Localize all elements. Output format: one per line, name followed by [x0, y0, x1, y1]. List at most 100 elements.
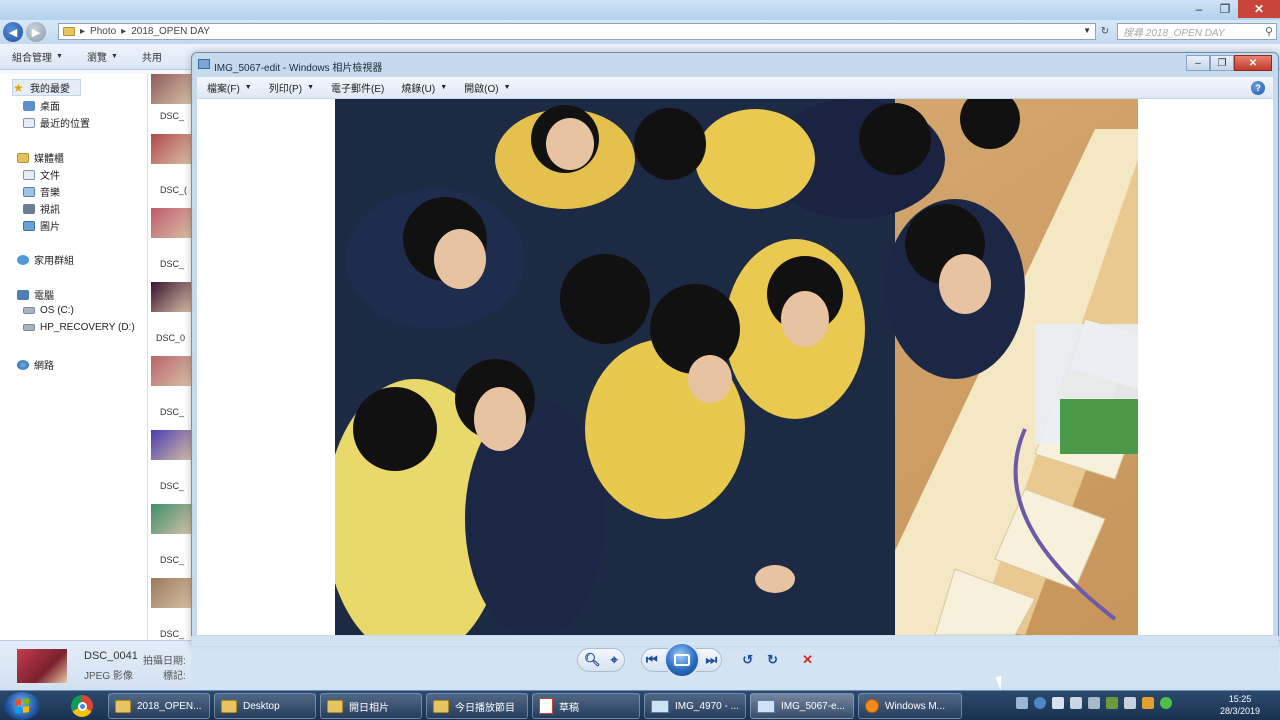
pictures-icon — [23, 220, 35, 231]
breadcrumb[interactable]: ▸ Photo ▸ 2018_OPEN DAY ▼ — [58, 23, 1096, 40]
taskbar-label: Desktop — [243, 700, 280, 712]
navigation-pane: ★ 我的最愛 桌面 最近的位置 媒體櫃 文件 音樂 視訊 圖片 家用群組 電腦 … — [0, 74, 148, 640]
music-icon — [23, 186, 35, 197]
nav-label: 文件 — [40, 171, 60, 182]
taskbar-button[interactable]: 今日播放節目 — [426, 693, 528, 719]
network-icon[interactable] — [1088, 697, 1100, 709]
taskbar-button[interactable]: IMG_4970 - ... — [644, 693, 746, 719]
taskbar-label: 2018_OPEN... — [137, 700, 202, 712]
slideshow-button[interactable] — [663, 642, 700, 678]
refresh-icon[interactable]: ↻ — [1098, 23, 1112, 40]
photo-viewer-icon — [651, 699, 669, 713]
taskbar-button[interactable]: 草稿 — [532, 693, 640, 719]
sync-icon[interactable] — [1160, 697, 1172, 709]
file-thumbnail[interactable] — [151, 504, 193, 534]
address-bar: ◀ ▶ ▸ Photo ▸ 2018_OPEN DAY ▼ ↻ 搜尋 2018_… — [0, 20, 1280, 44]
menu-file[interactable]: 檔案(F) ▼ — [197, 80, 259, 95]
folder-icon — [63, 27, 75, 36]
actual-size-icon[interactable]: ⌖ — [611, 652, 618, 668]
nav-item-recent[interactable]: 最近的位置 — [23, 115, 90, 130]
taskbar-button[interactable]: IMG_5067-e... — [750, 693, 854, 719]
nav-item-documents[interactable]: 文件 — [23, 167, 60, 182]
rotate-left-icon[interactable]: ↺ — [742, 652, 753, 668]
clock[interactable]: 15:25 28/3/2019 — [1212, 693, 1268, 717]
documents-icon — [23, 169, 35, 180]
forward-button[interactable]: ▶ — [26, 22, 46, 42]
maximize-button[interactable]: ❐ — [1210, 55, 1234, 71]
maximize-button[interactable]: ❐ — [1212, 0, 1238, 18]
menu-open[interactable]: 開啟(O) ▼ — [454, 80, 517, 95]
pen-icon[interactable] — [1052, 697, 1064, 709]
flag-icon[interactable] — [1070, 697, 1082, 709]
share-button[interactable]: 共用 — [130, 49, 174, 64]
help-icon[interactable] — [1034, 697, 1046, 709]
chevron-down-icon[interactable]: ▼ — [1083, 26, 1091, 35]
view-button[interactable]: 瀏覽 ▼ — [75, 49, 130, 64]
nav-item-os-drive[interactable]: OS (C:) — [23, 305, 74, 316]
organize-button[interactable]: 組合管理 ▼ — [0, 49, 75, 64]
nav-item-homegroup[interactable]: 家用群組 — [17, 252, 74, 267]
search-icon[interactable]: ⚲ — [1265, 25, 1273, 38]
nav-item-favorites[interactable]: ★ 我的最愛 — [12, 79, 81, 96]
nav-item-libraries[interactable]: 媒體櫃 — [17, 150, 64, 165]
start-button[interactable] — [4, 692, 40, 720]
taskbar-button[interactable]: Windows M... — [858, 693, 962, 719]
computer-icon — [17, 289, 29, 300]
close-button[interactable]: ✕ — [1234, 55, 1272, 71]
explorer-titlebar: – ❐ ✕ — [0, 0, 1280, 20]
menu-email[interactable]: 電子郵件(E) — [321, 80, 391, 95]
battery-icon[interactable] — [1106, 697, 1118, 709]
taskbar-chrome[interactable] — [64, 693, 100, 719]
nav-label: OS (C:) — [40, 305, 74, 316]
file-thumbnail[interactable] — [151, 74, 193, 104]
minimize-button[interactable]: – — [1186, 0, 1212, 18]
file-name: DSC_ — [160, 481, 185, 491]
taskbar-button[interactable]: 開日相片 — [320, 693, 422, 719]
help-icon[interactable]: ? — [1251, 81, 1265, 95]
nav-item-pictures[interactable]: 圖片 — [23, 218, 60, 233]
file-thumbnail[interactable] — [151, 134, 193, 164]
speaker-icon[interactable] — [1142, 697, 1154, 709]
delete-icon[interactable]: ✕ — [802, 652, 813, 668]
search-input[interactable]: 搜尋 2018_OPEN DAY ⚲ — [1117, 23, 1277, 40]
photo-viewer-icon — [198, 59, 210, 69]
viewer-menubar: 檔案(F) ▼ 列印(P) ▼ 電子郵件(E) 燒錄(U) ▼ 開啟(O) ▼ … — [197, 77, 1273, 99]
nav-item-recovery-drive[interactable]: HP_RECOVERY (D:) — [23, 322, 135, 333]
file-thumbnail[interactable] — [151, 430, 193, 460]
nav-item-network[interactable]: 網路 — [17, 357, 54, 372]
menu-label: 電子郵件(E) — [331, 84, 385, 95]
view-label: 瀏覽 — [86, 53, 107, 64]
nav-item-computer[interactable]: 電腦 — [17, 287, 54, 302]
powerpoint-icon — [539, 698, 553, 714]
nav-item-videos[interactable]: 視訊 — [23, 201, 60, 216]
keyboard-icon[interactable] — [1016, 697, 1028, 709]
folder-icon — [433, 699, 449, 713]
menu-burn[interactable]: 燒錄(U) ▼ — [391, 80, 454, 95]
volume-icon[interactable] — [1124, 697, 1136, 709]
windows-logo-icon — [15, 698, 29, 714]
breadcrumb-item-openday[interactable]: 2018_OPEN DAY — [131, 26, 210, 37]
back-button[interactable]: ◀ — [3, 22, 23, 42]
viewer-caption-buttons: – ❐ ✕ — [1186, 55, 1272, 71]
clock-time: 15:25 — [1228, 694, 1252, 704]
breadcrumb-item-photo[interactable]: Photo — [90, 26, 116, 37]
menu-label: 檔案(F) — [207, 84, 240, 95]
media-player-icon — [865, 699, 879, 713]
zoom-icon[interactable]: 🔍︎ — [584, 652, 601, 668]
taskbar-button[interactable]: 2018_OPEN... — [108, 693, 210, 719]
nav-item-desktop[interactable]: 桌面 — [23, 98, 60, 113]
next-icon[interactable]: ⏭ — [706, 652, 718, 668]
minimize-button[interactable]: – — [1186, 55, 1210, 71]
rotate-right-icon[interactable]: ↻ — [767, 652, 778, 668]
menu-print[interactable]: 列印(P) ▼ — [259, 80, 321, 95]
taskbar-label: IMG_5067-e... — [781, 700, 845, 712]
file-thumbnail[interactable] — [151, 578, 193, 608]
file-thumbnail[interactable] — [151, 356, 193, 386]
file-thumbnail[interactable] — [151, 208, 193, 238]
nav-label: HP_RECOVERY (D:) — [40, 322, 135, 333]
nav-item-music[interactable]: 音樂 — [23, 184, 60, 199]
taskbar-button[interactable]: Desktop — [214, 693, 316, 719]
file-thumbnail[interactable] — [151, 282, 193, 312]
previous-icon[interactable]: ⏮ — [646, 652, 658, 668]
close-button[interactable]: ✕ — [1238, 0, 1280, 18]
